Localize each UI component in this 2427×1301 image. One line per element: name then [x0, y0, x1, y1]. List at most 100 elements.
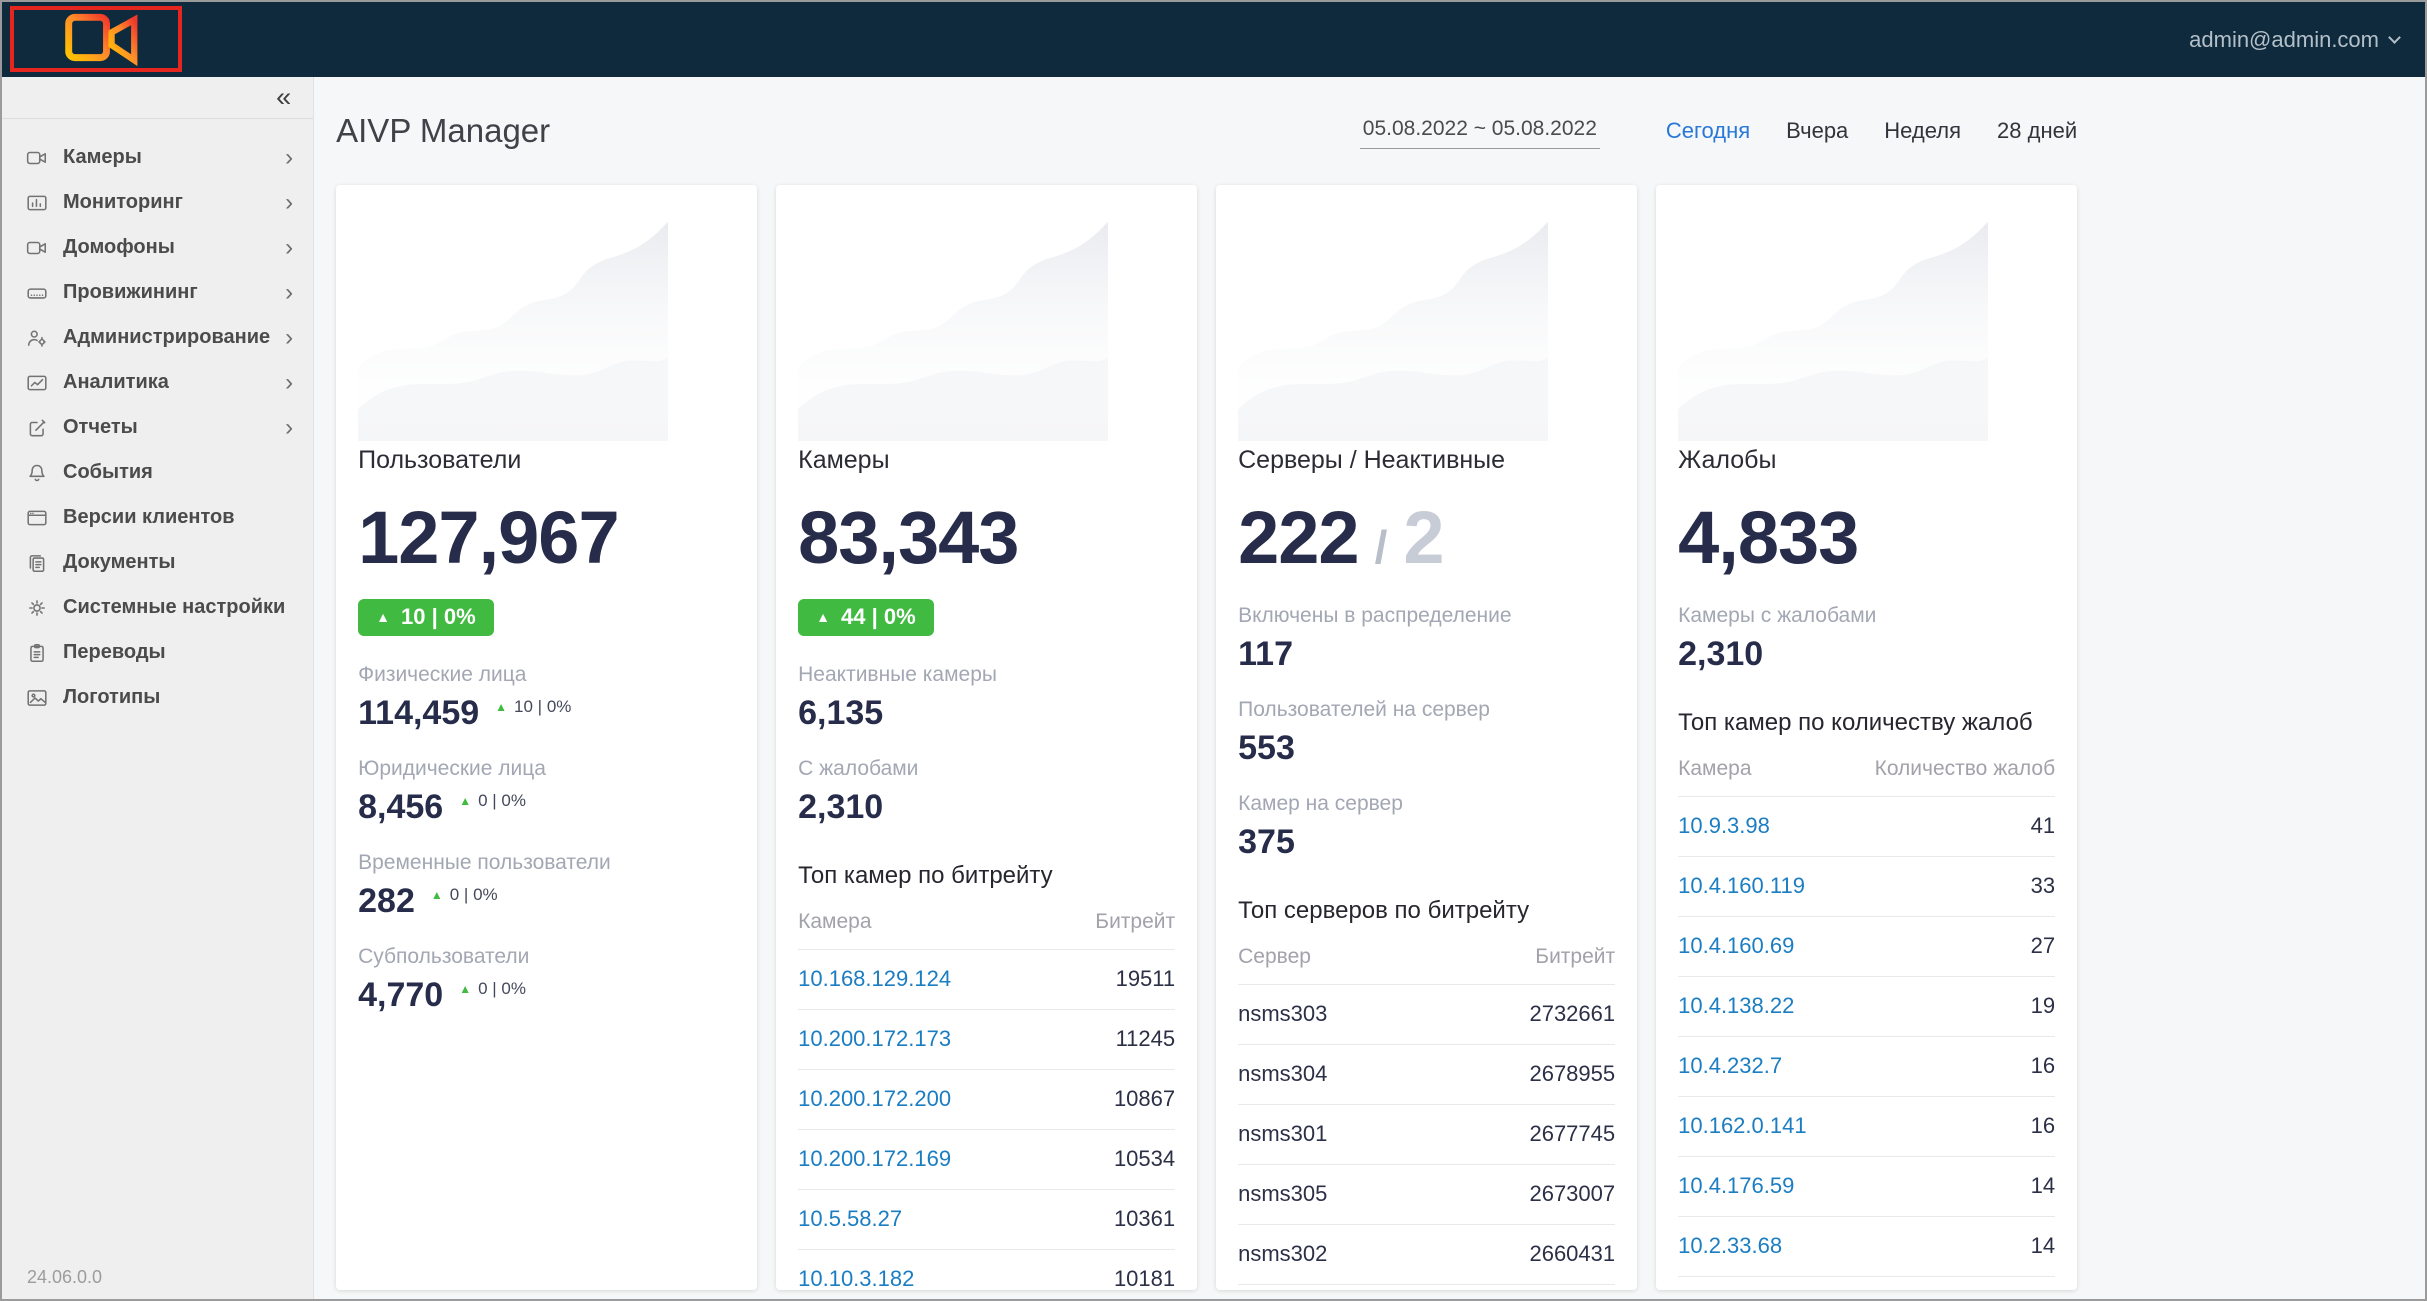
top-cameras-complaints-table-header: Камера Количество жалоб: [1678, 757, 2055, 797]
wave-decoration: [1238, 211, 1548, 441]
card-title: Жалобы: [1678, 446, 2055, 475]
sidebar-item-logos[interactable]: Логотипы: [2, 675, 313, 720]
camera-ip-link[interactable]: 10.5.58.27: [798, 1206, 902, 1232]
chevron-right-icon: ›: [285, 146, 293, 170]
period-tab[interactable]: 28 дней: [1997, 118, 2077, 144]
video-camera-icon: [26, 147, 48, 169]
sidebar-item-events[interactable]: События: [2, 450, 313, 495]
table-row: 10.162.0.141 16: [1678, 1097, 2055, 1157]
app-window: admin@admin.com « Камеры › Мониторинг ›: [0, 0, 2427, 1301]
servers-card: Серверы / Неактивные 222 / 2 Включены в …: [1216, 185, 1637, 1290]
period-tab[interactable]: Вчера: [1786, 118, 1848, 144]
top-servers-bitrate-table-header: Сервер Битрейт: [1238, 945, 1615, 985]
table-row: nsms305 2673007: [1238, 1165, 1615, 1225]
sidebar-item-analytics[interactable]: Аналитика ›: [2, 360, 313, 405]
server-name: nsms301: [1238, 1121, 1327, 1147]
camera-ip-link[interactable]: 10.162.0.141: [1678, 1113, 1806, 1139]
chevron-right-icon: ›: [285, 371, 293, 395]
chevron-right-icon: ›: [285, 281, 293, 305]
up-arrow-icon: ▲: [459, 795, 471, 807]
chevron-right-icon: ›: [285, 191, 293, 215]
sidebar-item-translations[interactable]: Переводы: [2, 630, 313, 675]
camera-ip-link[interactable]: 10.9.3.98: [1678, 813, 1770, 839]
sidebar-item-provisioning[interactable]: Провижининг ›: [2, 270, 313, 315]
camera-ip-link[interactable]: 10.4.160.119: [1678, 873, 1805, 899]
table-row: 10.9.3.98 41: [1678, 797, 2055, 857]
chevron-down-icon: [2388, 31, 2401, 44]
camera-ip-link[interactable]: 10.10.3.182: [798, 1266, 914, 1290]
user-email: admin@admin.com: [2189, 27, 2379, 53]
table-title: Топ камер по битрейту: [798, 862, 1175, 890]
table-row: nsms303 2732661: [1238, 985, 1615, 1045]
camera-ip-link[interactable]: 10.200.172.200: [798, 1086, 951, 1112]
table-row: 10.4.232.7 16: [1678, 1037, 2055, 1097]
period-tab[interactable]: Сегодня: [1666, 118, 1750, 144]
intercom-camera-icon: [26, 237, 48, 259]
up-arrow-icon: ▲: [431, 889, 443, 901]
cameras-trend-badge: ▲ 44 | 0%: [798, 599, 934, 636]
server-name: nsms305: [1238, 1181, 1327, 1207]
substat: Юридические лица 8,456 ▲ 0 | 0%: [358, 757, 735, 824]
admin-user-gear-icon: [26, 327, 48, 349]
up-arrow-icon: ▲: [376, 610, 390, 624]
app-logo[interactable]: [2, 2, 192, 77]
sidebar-item-documents[interactable]: Документы: [2, 540, 313, 585]
table-row: 10.5.58.27 10361: [798, 1190, 1175, 1250]
table-row: nsms609 2212232: [1238, 1285, 1615, 1290]
chevron-right-icon: ›: [285, 236, 293, 260]
trend-delta: ▲ 0 | 0%: [459, 791, 526, 811]
sidebar-item-intercoms[interactable]: Домофоны ›: [2, 225, 313, 270]
monitoring-chart-icon: [26, 192, 48, 214]
sidebar-item-monitoring[interactable]: Мониторинг ›: [2, 180, 313, 225]
trend-delta: ▲ 0 | 0%: [431, 885, 498, 905]
annotation-highlight-box: [10, 6, 182, 72]
sidebar-item-reports[interactable]: Отчеты ›: [2, 405, 313, 450]
users-total: 127,967: [358, 499, 619, 577]
trend-delta: ▲ 10 | 0%: [495, 697, 571, 717]
analytics-line-chart-icon: [26, 372, 48, 394]
cameras-total: 83,343: [798, 499, 1018, 577]
trend-delta: ▲ 0 | 0%: [459, 979, 526, 999]
camera-ip-link[interactable]: 10.4.176.59: [1678, 1173, 1794, 1199]
camera-ip-link[interactable]: 10.4.232.7: [1678, 1053, 1782, 1079]
main-content: AIVP Manager Сегодня Вчера Неделя 28 дне…: [314, 77, 2425, 1299]
camera-ip-link[interactable]: 10.200.172.173: [798, 1026, 951, 1052]
events-bell-icon: [26, 462, 48, 484]
users-trend-badge: ▲ 10 | 0%: [358, 599, 494, 636]
camera-ip-link[interactable]: 10.200.172.169: [798, 1146, 951, 1172]
server-name: nsms304: [1238, 1061, 1327, 1087]
topbar: admin@admin.com: [2, 2, 2425, 77]
sidebar-item-cameras[interactable]: Камеры ›: [2, 135, 313, 180]
substat: Камеры с жалобами 2,310: [1678, 604, 2055, 671]
substat: Пользователей на сервер 553: [1238, 698, 1615, 765]
up-arrow-icon: ▲: [816, 610, 830, 624]
users-card: Пользователи 127,967 ▲ 10 | 0% Физически…: [336, 185, 757, 1290]
camera-ip-link[interactable]: 10.168.129.124: [798, 966, 951, 992]
table-row: 10.4.160.119 33: [1678, 857, 2055, 917]
table-row: nsms301 2677745: [1238, 1105, 1615, 1165]
table-row: 10.4.176.59 14: [1678, 1157, 2055, 1217]
period-tab[interactable]: Неделя: [1884, 118, 1961, 144]
user-menu[interactable]: admin@admin.com: [2189, 27, 2399, 53]
documents-copy-icon: [26, 552, 48, 574]
chevron-right-icon: ›: [285, 326, 293, 350]
app-version: 24.06.0.0: [27, 1267, 102, 1288]
page-title: AIVP Manager: [336, 112, 550, 150]
sidebar-item-system-settings[interactable]: Системные настройки: [2, 585, 313, 630]
camera-ip-link[interactable]: 10.4.160.69: [1678, 933, 1794, 959]
collapse-sidebar-icon[interactable]: «: [276, 84, 291, 111]
date-range-input[interactable]: [1360, 113, 1600, 149]
cameras-card: Камеры 83,343 ▲ 44 | 0% Неактивные камер…: [776, 185, 1197, 1290]
substat: С жалобами 2,310: [798, 757, 1175, 824]
card-title: Камеры: [798, 446, 1175, 475]
sidebar-collapse-row: «: [2, 77, 313, 119]
table-row: 10.176.48.185 14: [1678, 1277, 2055, 1290]
wave-decoration: [798, 211, 1108, 441]
camera-ip-link[interactable]: 10.4.138.22: [1678, 993, 1794, 1019]
sidebar-item-administration[interactable]: Администрирование ›: [2, 315, 313, 360]
table-row: 10.10.3.182 10181: [798, 1250, 1175, 1290]
table-title: Топ камер по количеству жалоб: [1678, 709, 2055, 737]
substat: Неактивные камеры 6,135: [798, 663, 1175, 730]
sidebar-item-client-versions[interactable]: Версии клиентов: [2, 495, 313, 540]
camera-ip-link[interactable]: 10.2.33.68: [1678, 1233, 1782, 1259]
